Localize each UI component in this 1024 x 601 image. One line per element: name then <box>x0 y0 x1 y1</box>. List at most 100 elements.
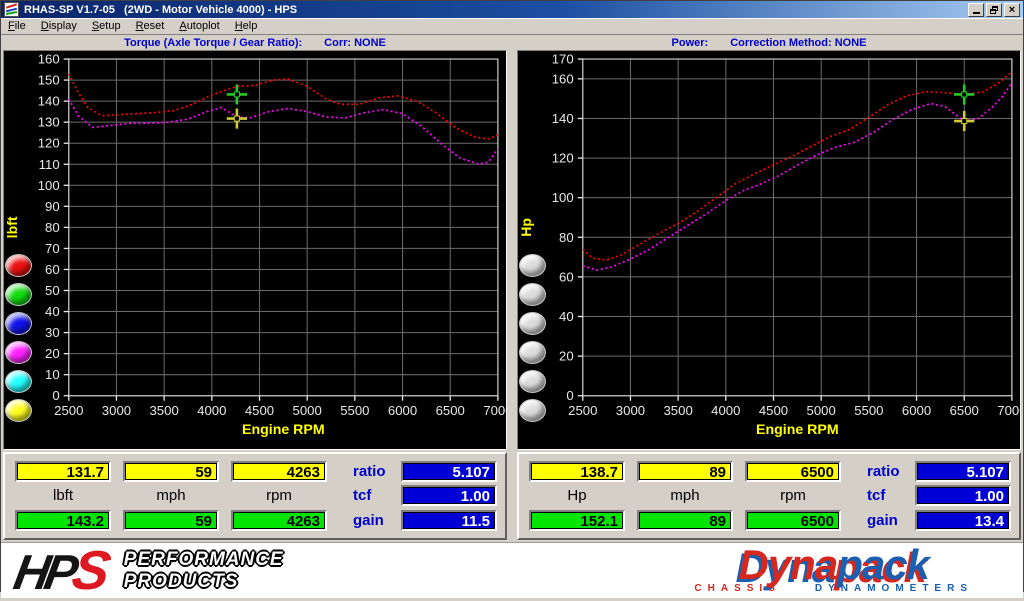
torque-readout-panel: 131.7 59 4263 ratio 5.107 lbft mph rpm t… <box>3 452 507 540</box>
svg-text:80: 80 <box>45 220 60 235</box>
dynapack-logo: Dynapack CHASSIS DYNAMOMETERS <box>694 547 973 595</box>
svg-text:130: 130 <box>38 115 60 130</box>
torque-chart[interactable]: 0102030405060708090100110120130140150160… <box>4 51 506 449</box>
svg-text:2500: 2500 <box>568 403 597 418</box>
svg-text:7000: 7000 <box>483 403 506 418</box>
power-chart-panel: Power: Correction Method: NONE 020406080… <box>517 36 1021 450</box>
close-button[interactable]: × <box>1004 3 1020 17</box>
svg-text:10: 10 <box>45 367 60 382</box>
gain-label: gain <box>339 512 389 529</box>
svg-text:150: 150 <box>38 73 60 88</box>
torque-trace-button-green[interactable] <box>6 284 31 305</box>
svg-text:3500: 3500 <box>149 403 178 418</box>
svg-text:160: 160 <box>38 52 60 67</box>
svg-text:6000: 6000 <box>388 403 417 418</box>
svg-text:60: 60 <box>559 269 574 284</box>
menu-item-display[interactable]: Display <box>41 20 77 32</box>
torque-peak-rpm: 4263 <box>231 510 327 531</box>
torque-unit-label: lbft <box>15 487 111 504</box>
menu-item-setup[interactable]: Setup <box>92 20 121 32</box>
svg-text:Engine RPM: Engine RPM <box>242 421 325 437</box>
charts-row: Torque (Axle Torque / Gear Ratio): Corr:… <box>1 35 1023 450</box>
logo-strip: HPS PERFORMANCE PRODUCTS Dynapack CHASSI… <box>1 542 1023 598</box>
torque-cursor-rpm: 4263 <box>231 461 327 482</box>
cursor-yellow-marker[interactable] <box>954 111 974 131</box>
power-run-magenta <box>583 83 1012 270</box>
torque-trace-button-red[interactable] <box>6 255 31 276</box>
svg-text:20: 20 <box>45 346 60 361</box>
torque-trace-button-cyan[interactable] <box>6 371 31 392</box>
svg-text:170: 170 <box>552 52 574 67</box>
torque-peak-value: 143.2 <box>15 510 111 531</box>
torque-cursor-mph: 59 <box>123 461 219 482</box>
torque-trace-button-blue[interactable] <box>6 313 31 334</box>
menu-item-file[interactable]: File <box>8 20 26 32</box>
power-trace-button-gray-5[interactable] <box>520 371 545 392</box>
svg-text:5000: 5000 <box>807 403 836 418</box>
svg-text:120: 120 <box>38 136 60 151</box>
torque-chart-header: Torque (Axle Torque / Gear Ratio): Corr:… <box>3 36 507 50</box>
svg-text:Hp: Hp <box>518 218 534 237</box>
svg-text:3000: 3000 <box>616 403 645 418</box>
svg-text:90: 90 <box>45 199 60 214</box>
svg-text:100: 100 <box>38 178 60 193</box>
svg-text:3500: 3500 <box>663 403 692 418</box>
power-chart-header: Power: Correction Method: NONE <box>517 36 1021 50</box>
torque-chart-area: 0102030405060708090100110120130140150160… <box>3 50 507 450</box>
power-chart[interactable]: 0204060801001201401601702500300035004000… <box>518 51 1020 449</box>
svg-text:160: 160 <box>552 71 574 86</box>
power-unit-label: Hp <box>529 487 625 504</box>
menu-item-reset[interactable]: Reset <box>136 20 165 32</box>
power-trace-button-gray-3[interactable] <box>520 313 545 334</box>
svg-text:5000: 5000 <box>293 403 322 418</box>
power-correction-label: Correction Method: NONE <box>730 37 866 49</box>
tcf-label: tcf <box>339 487 389 504</box>
torque-cursor-value: 131.7 <box>15 461 111 482</box>
svg-text:4000: 4000 <box>197 403 226 418</box>
cursor-yellow-marker[interactable] <box>227 109 247 129</box>
hps-logo: HPS PERFORMANCE PRODUCTS <box>15 543 284 598</box>
power-peak-rpm: 6500 <box>745 510 841 531</box>
power-cursor-mph: 89 <box>637 461 733 482</box>
power-trace-button-gray-1[interactable] <box>520 255 545 276</box>
ratio-value: 5.107 <box>915 461 1011 482</box>
svg-text:80: 80 <box>559 230 574 245</box>
restore-button[interactable] <box>986 3 1002 17</box>
power-chart-area: 0204060801001201401601702500300035004000… <box>517 50 1021 450</box>
minimize-button[interactable] <box>968 3 984 17</box>
menu-item-help[interactable]: Help <box>235 20 258 32</box>
power-trace-button-gray-4[interactable] <box>520 342 545 363</box>
svg-text:4500: 4500 <box>245 403 274 418</box>
readouts-row: 131.7 59 4263 ratio 5.107 lbft mph rpm t… <box>1 450 1023 542</box>
svg-text:5500: 5500 <box>340 403 369 418</box>
title-bar: RHAS-SP V1.7-05 (2WD - Motor Vehicle 400… <box>1 1 1023 18</box>
torque-trace-button-magenta[interactable] <box>6 342 31 363</box>
power-header-label: Power: <box>672 37 709 49</box>
minimize-icon <box>973 12 980 14</box>
hps-logo-words: PERFORMANCE PRODUCTS <box>124 549 284 593</box>
svg-text:140: 140 <box>38 94 60 109</box>
svg-text:5500: 5500 <box>854 403 883 418</box>
power-readout-panel: 138.7 89 6500 ratio 5.107 Hp mph rpm tcf… <box>517 452 1021 540</box>
menu-item-autoplot[interactable]: Autoplot <box>179 20 219 32</box>
torque-peak-mph: 59 <box>123 510 219 531</box>
svg-text:3000: 3000 <box>102 403 131 418</box>
gain-value: 11.5 <box>401 510 497 531</box>
svg-text:2500: 2500 <box>54 403 83 418</box>
svg-text:50: 50 <box>45 283 60 298</box>
torque-trace-button-yellow[interactable] <box>6 400 31 421</box>
power-trace-button-gray-6[interactable] <box>520 400 545 421</box>
dynapack-subtitle: CHASSIS DYNAMOMETERS <box>694 583 973 594</box>
torque-correction-label: Corr: NONE <box>324 37 386 49</box>
power-trace-button-gray-2[interactable] <box>520 284 545 305</box>
tcf-value: 1.00 <box>401 485 497 506</box>
restore-icon <box>990 6 998 14</box>
torque-header-label: Torque (Axle Torque / Gear Ratio): <box>124 37 302 49</box>
power-run-red <box>583 72 1012 260</box>
svg-text:6500: 6500 <box>436 403 465 418</box>
cursor-green-marker[interactable] <box>954 84 974 104</box>
mph-unit-label: mph <box>123 487 219 504</box>
svg-text:0: 0 <box>566 388 573 403</box>
svg-text:6500: 6500 <box>950 403 979 418</box>
svg-text:40: 40 <box>45 304 60 319</box>
